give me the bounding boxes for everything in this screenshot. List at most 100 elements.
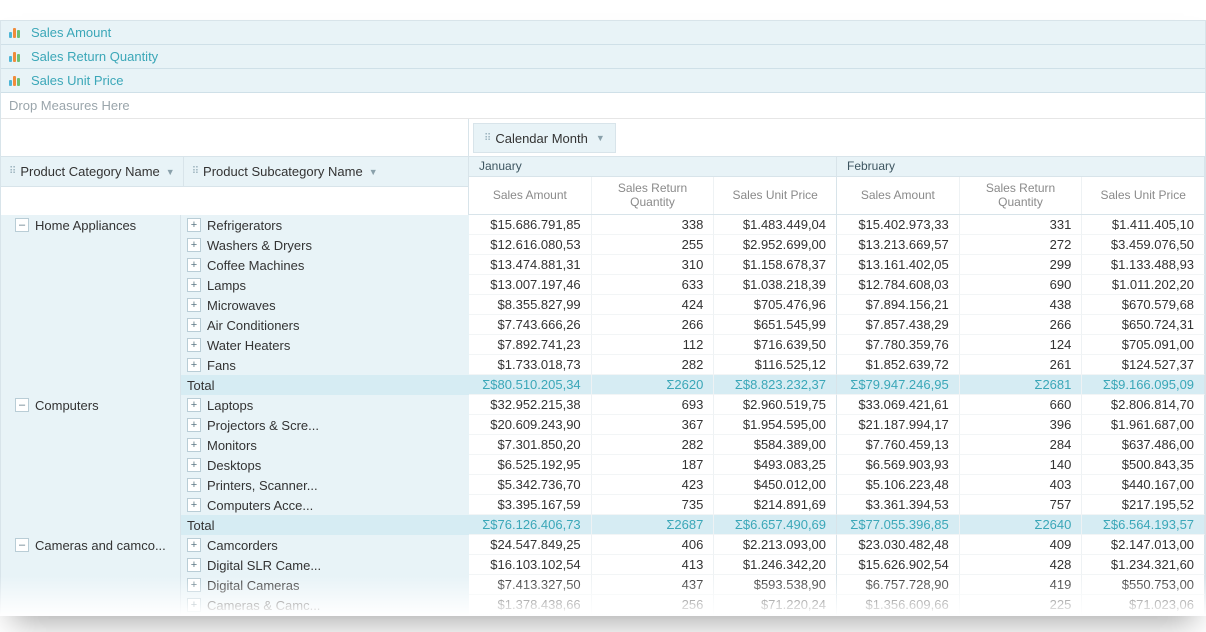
expand-toggle-icon[interactable]: +	[187, 438, 201, 452]
expand-toggle-icon[interactable]: +	[187, 558, 201, 572]
value-header[interactable]: Sales Return Quantity	[592, 177, 715, 214]
value-cell: 187	[592, 455, 715, 475]
drop-measures-hint[interactable]: Drop Measures Here	[1, 93, 1205, 119]
value-header[interactable]: Sales Amount	[469, 177, 592, 214]
subcategory-cell[interactable]: +Monitors	[181, 435, 469, 455]
subcategory-cell[interactable]: +Cameras & Camc...	[181, 595, 469, 615]
subcategory-cell[interactable]: + Laptops	[181, 395, 469, 415]
measure-link[interactable]: Sales Return Quantity	[31, 49, 158, 64]
value-header[interactable]: Sales Unit Price	[1082, 177, 1205, 214]
subcategory-label: Printers, Scanner...	[207, 478, 318, 493]
expand-toggle-icon[interactable]: +	[187, 478, 201, 492]
value-cell: 284	[960, 435, 1083, 455]
subcategory-cell[interactable]: +Projectors & Scre...	[181, 415, 469, 435]
total-value-cell: $8.823.232,37	[714, 375, 837, 395]
subcategory-cell[interactable]: +Microwaves	[181, 295, 469, 315]
chevron-down-icon[interactable]: ▼	[596, 133, 605, 143]
category-cell-empty	[1, 435, 181, 455]
month-header-january[interactable]: January	[469, 157, 837, 176]
value-header[interactable]: Sales Unit Price	[714, 177, 837, 214]
subcategory-cell[interactable]: +Camcorders	[181, 535, 469, 555]
expand-toggle-icon[interactable]: +	[187, 398, 201, 412]
total-value-cell: $80.510.205,34	[469, 375, 592, 395]
subcategory-cell[interactable]: +Lamps	[181, 275, 469, 295]
category-cell[interactable]: –Cameras and camco...	[1, 535, 181, 555]
subcategory-cell[interactable]: +Water Heaters	[181, 335, 469, 355]
value-cell: $33.069.421,61	[837, 395, 960, 415]
expand-toggle-icon[interactable]: +	[187, 318, 201, 332]
subcategory-cell[interactable]: +Digital Cameras	[181, 575, 469, 595]
value-cell: 266	[592, 315, 715, 335]
value-cell: 403	[960, 475, 1083, 495]
value-cell: $493.083,25	[714, 455, 837, 475]
value-cell: 419	[960, 575, 1083, 595]
value-cell: $1.133.488,93	[1082, 255, 1205, 275]
total-label: Total	[187, 518, 214, 533]
category-cell-empty	[1, 255, 181, 275]
row-dim-category[interactable]: ⠿ Product Category Name ▼	[1, 157, 184, 186]
expand-toggle-icon[interactable]: +	[187, 598, 201, 612]
expand-toggle-icon[interactable]: +	[187, 298, 201, 312]
measure-row-1[interactable]: Sales Return Quantity	[1, 45, 1205, 69]
chevron-down-icon[interactable]: ▼	[369, 167, 378, 177]
value-cell: $3.361.394,53	[837, 495, 960, 515]
total-value-cell: 2640	[960, 515, 1083, 535]
row-dim-subcategory[interactable]: ⠿ Product Subcategory Name ▼	[184, 157, 468, 186]
subcategory-cell[interactable]: + Desktops	[181, 455, 469, 475]
category-cell[interactable]: –Computers	[1, 395, 181, 415]
value-cell: $1.234.321,60	[1082, 555, 1205, 575]
subcategory-cell[interactable]: +Fans	[181, 355, 469, 375]
value-header[interactable]: Sales Amount	[837, 177, 960, 214]
collapse-toggle-icon[interactable]: –	[15, 398, 29, 412]
value-header[interactable]: Sales Return Quantity	[960, 177, 1083, 214]
expand-toggle-icon[interactable]: +	[187, 218, 201, 232]
value-cell: $116.525,12	[714, 355, 837, 375]
month-header-february[interactable]: February	[837, 157, 1205, 176]
category-cell-empty	[1, 495, 181, 515]
expand-toggle-icon[interactable]: +	[187, 498, 201, 512]
collapse-toggle-icon[interactable]: –	[15, 538, 29, 552]
subcategory-label: Desktops	[207, 458, 261, 473]
measure-row-2[interactable]: Sales Unit Price	[1, 69, 1205, 93]
subcategory-label: Washers & Dryers	[207, 238, 312, 253]
value-cell: $13.161.402,05	[837, 255, 960, 275]
column-dim-calendar-month[interactable]: ⠿ Calendar Month ▼	[473, 123, 616, 153]
subcategory-cell[interactable]: + Printers, Scanner...	[181, 475, 469, 495]
subcategory-cell[interactable]: +Digital SLR Came...	[181, 555, 469, 575]
column-dim-area[interactable]: ⠿ Calendar Month ▼	[469, 119, 1205, 157]
value-cell: $593.538,90	[714, 575, 837, 595]
category-cell-empty	[1, 415, 181, 435]
value-cell: 406	[592, 535, 715, 555]
subcategory-cell[interactable]: +Air Conditioners	[181, 315, 469, 335]
measure-link[interactable]: Sales Amount	[31, 25, 111, 40]
subcategory-label: Laptops	[207, 398, 253, 413]
value-cell: 423	[592, 475, 715, 495]
chevron-down-icon[interactable]: ▼	[166, 167, 175, 177]
expand-toggle-icon[interactable]: +	[187, 258, 201, 272]
expand-toggle-icon[interactable]: +	[187, 338, 201, 352]
expand-toggle-icon[interactable]: +	[187, 238, 201, 252]
value-cell: $1.733.018,73	[469, 355, 592, 375]
subcategory-cell[interactable]: +Refrigerators	[181, 215, 469, 235]
row-dim-category-label: Product Category Name	[20, 164, 159, 179]
value-cell: $1.038.218,39	[714, 275, 837, 295]
subcategory-cell[interactable]: + Washers & Dryers	[181, 235, 469, 255]
collapse-toggle-icon[interactable]: –	[15, 218, 29, 232]
subcategory-cell[interactable]: +Computers Acce...	[181, 495, 469, 515]
expand-toggle-icon[interactable]: +	[187, 278, 201, 292]
expand-toggle-icon[interactable]: +	[187, 418, 201, 432]
expand-toggle-icon[interactable]: +	[187, 578, 201, 592]
expand-toggle-icon[interactable]: +	[187, 358, 201, 372]
measure-link[interactable]: Sales Unit Price	[31, 73, 123, 88]
column-dim-label: Calendar Month	[495, 131, 588, 146]
expand-toggle-icon[interactable]: +	[187, 458, 201, 472]
value-cell: $2.147.013,00	[1082, 535, 1205, 555]
measure-row-0[interactable]: Sales Amount	[1, 21, 1205, 45]
subcategory-cell[interactable]: +Coffee Machines	[181, 255, 469, 275]
category-cell[interactable]: –Home Appliances	[1, 215, 181, 235]
value-cell: $16.103.102,54	[469, 555, 592, 575]
expand-toggle-icon[interactable]: +	[187, 538, 201, 552]
value-cell: $24.547.849,25	[469, 535, 592, 555]
value-cell: $7.301.850,20	[469, 435, 592, 455]
total-label-cell: Total	[181, 515, 469, 535]
